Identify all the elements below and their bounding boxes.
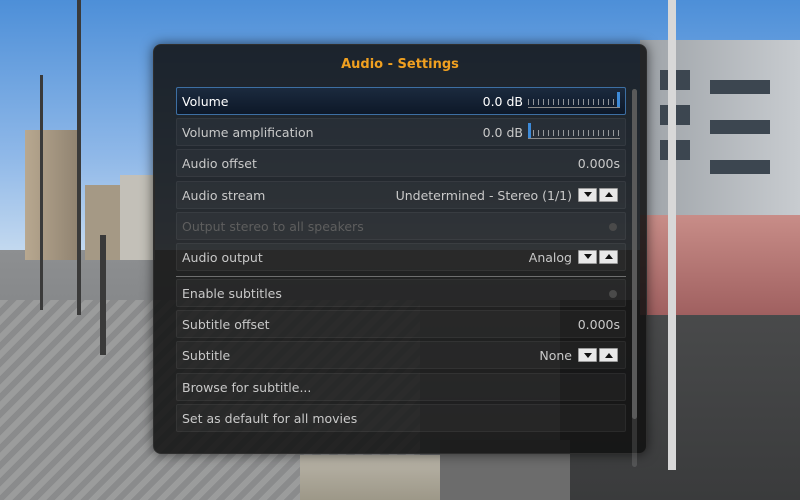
setting-label: Subtitle offset <box>182 317 270 333</box>
setting-value: 0.000s <box>577 156 620 172</box>
flag-pole <box>668 0 676 470</box>
volume-slider[interactable] <box>528 92 620 108</box>
subtitle-spinner[interactable] <box>578 348 620 363</box>
chevron-down-icon[interactable] <box>578 348 597 363</box>
street-pole <box>77 0 81 315</box>
bridge <box>640 215 800 315</box>
setting-value: 0.0 dB <box>482 125 523 141</box>
setting-label: Volume amplification <box>182 125 314 141</box>
setting-label: Set as default for all movies <box>182 410 358 426</box>
setting-audio-output[interactable]: Audio output Analog <box>176 242 626 271</box>
setting-label: Output stereo to all speakers <box>182 218 364 234</box>
setting-label: Enable subtitles <box>182 285 282 301</box>
chevron-down-icon[interactable] <box>578 187 597 202</box>
chevron-up-icon[interactable] <box>599 249 618 264</box>
setting-value: 0.0 dB <box>482 94 523 109</box>
chevron-up-icon[interactable] <box>599 348 618 363</box>
set-default-button[interactable]: Set as default for all movies <box>176 403 626 432</box>
setting-label: Subtitle <box>182 348 231 364</box>
setting-volume[interactable]: Volume 0.0 dB <box>176 87 626 115</box>
street-lamp <box>40 75 43 310</box>
slider-knob[interactable] <box>617 92 620 107</box>
audio-stream-spinner[interactable] <box>578 187 620 202</box>
bollard <box>100 235 106 355</box>
settings-list: Volume 0.0 dB Volume amplification 0.0 d… <box>176 87 626 435</box>
setting-label: Browse for subtitle... <box>182 379 312 395</box>
setting-volume-amplification[interactable]: Volume amplification 0.0 dB <box>176 118 626 147</box>
setting-value: 0.000s <box>577 317 620 333</box>
scrollbar-thumb[interactable] <box>632 89 637 419</box>
radio-toggle-icon <box>609 222 617 231</box>
audio-output-spinner[interactable] <box>578 249 620 264</box>
scrollbar[interactable] <box>632 89 637 467</box>
setting-label: Audio stream <box>182 187 266 203</box>
setting-label: Volume <box>182 94 229 109</box>
setting-value: Analog <box>528 249 572 265</box>
setting-audio-stream[interactable]: Audio stream Undetermined - Stereo (1/1) <box>176 180 626 209</box>
section-divider <box>176 276 626 277</box>
setting-enable-subtitles[interactable]: Enable subtitles <box>176 278 626 307</box>
setting-subtitle[interactable]: Subtitle None <box>176 341 626 370</box>
dialog-title: Audio - Settings <box>341 57 459 72</box>
audio-settings-dialog: Audio - Settings Volume 0.0 dB Volume am… <box>153 44 647 467</box>
building-left-3 <box>120 175 155 260</box>
volume-amplification-slider[interactable] <box>528 123 620 140</box>
radio-toggle-icon[interactable] <box>609 289 617 298</box>
chevron-down-icon[interactable] <box>578 249 597 264</box>
setting-subtitle-offset[interactable]: Subtitle offset 0.000s <box>176 310 626 339</box>
setting-value: Undetermined - Stereo (1/1) <box>395 187 572 203</box>
slider-knob[interactable] <box>528 123 531 139</box>
setting-label: Audio output <box>182 249 263 265</box>
chevron-up-icon[interactable] <box>599 187 618 202</box>
building-left <box>25 130 80 260</box>
setting-label: Audio offset <box>182 156 257 172</box>
setting-audio-offset[interactable]: Audio offset 0.000s <box>176 149 626 178</box>
setting-output-stereo: Output stereo to all speakers <box>176 211 626 240</box>
browse-subtitle-button[interactable]: Browse for subtitle... <box>176 372 626 401</box>
setting-value: None <box>539 348 572 364</box>
building-right <box>640 40 800 230</box>
